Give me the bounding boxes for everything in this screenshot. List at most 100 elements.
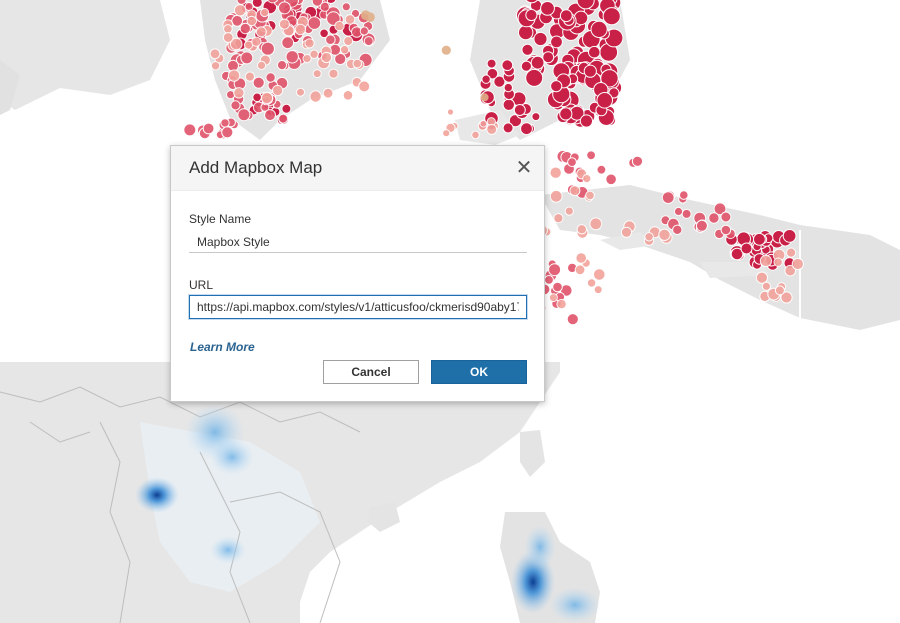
map-point [343,36,354,46]
map-point [590,20,608,38]
dialog-header: Add Mapbox Map ✕ [171,146,544,191]
map-point [246,15,258,27]
map-point [569,185,581,197]
map-point [620,226,633,238]
map-point [481,74,491,84]
map-point [220,118,230,128]
map-point [720,211,732,223]
map-point [550,80,563,93]
map-point [281,103,292,114]
ok-button[interactable]: OK [431,360,527,384]
map-point [210,61,221,71]
map-point [339,45,350,55]
map-point [596,164,607,175]
map-point [695,219,708,232]
map-point [550,35,563,49]
map-point [479,119,488,128]
map-point [774,285,785,296]
map-point [556,298,567,310]
map-point [658,228,671,242]
map-point [251,0,263,8]
map-point [285,50,299,64]
map-point [548,263,562,277]
map-point [320,51,333,64]
map-point [533,31,548,47]
map-point [791,257,804,271]
map-point [442,129,451,138]
map-point [480,93,489,102]
map-point [307,16,322,30]
url-input[interactable] [189,295,527,319]
close-icon[interactable]: ✕ [514,158,534,178]
map-point [233,87,245,99]
map-point [586,150,596,161]
map-point [244,71,255,82]
map-point [782,229,797,243]
map-point [222,32,234,43]
map-point [309,90,322,103]
map-point [230,100,241,111]
map-point [272,84,284,97]
style-name-label: Style Name [189,212,252,226]
map-point [502,122,514,134]
map-point [661,191,675,205]
map-point [552,281,563,293]
map-point [761,281,772,291]
map-point [363,36,374,47]
map-point [503,82,513,93]
map-point [740,242,753,255]
map-point [631,155,644,167]
map-point [566,313,579,326]
map-point [708,212,720,224]
map-point [260,91,274,105]
map-point [759,254,773,268]
map-point [502,98,515,112]
map-point [672,224,683,236]
map-point [358,80,371,93]
map-point [520,122,533,136]
map-point [325,34,336,46]
map-point [342,90,354,101]
map-point [786,247,797,258]
map-point [755,271,769,284]
map-point [605,173,617,186]
map-point [252,76,265,89]
map-point [673,206,684,217]
map-point [221,126,234,139]
map-point [231,14,244,27]
map-point [583,64,597,78]
map-point [596,92,614,109]
map-point [244,2,254,11]
map-point [501,59,514,72]
map-point [233,4,247,17]
map-point [223,24,233,34]
learn-more-link[interactable]: Learn More [190,340,255,354]
map-point [564,206,574,216]
map-point [227,69,241,82]
map-point [589,217,603,231]
map-point [559,107,573,121]
map-point [341,2,351,12]
map-point [240,51,254,65]
map-point [575,252,588,264]
map-point [553,213,564,224]
cancel-button[interactable]: Cancel [323,360,419,384]
map-point [471,130,480,140]
style-name-input[interactable] [189,231,527,253]
map-point [276,60,288,71]
map-point [602,7,621,26]
map-point [265,72,276,83]
map-point [296,87,305,97]
map-point [309,49,319,59]
map-point [209,48,221,60]
map-point [544,275,554,285]
map-point [486,123,498,135]
map-point [549,166,562,179]
map-point [264,109,276,122]
map-point [294,23,307,36]
map-point [252,92,262,103]
map-point [255,26,267,38]
map-point [281,36,295,50]
map-point [328,68,339,79]
map-point [593,268,606,281]
